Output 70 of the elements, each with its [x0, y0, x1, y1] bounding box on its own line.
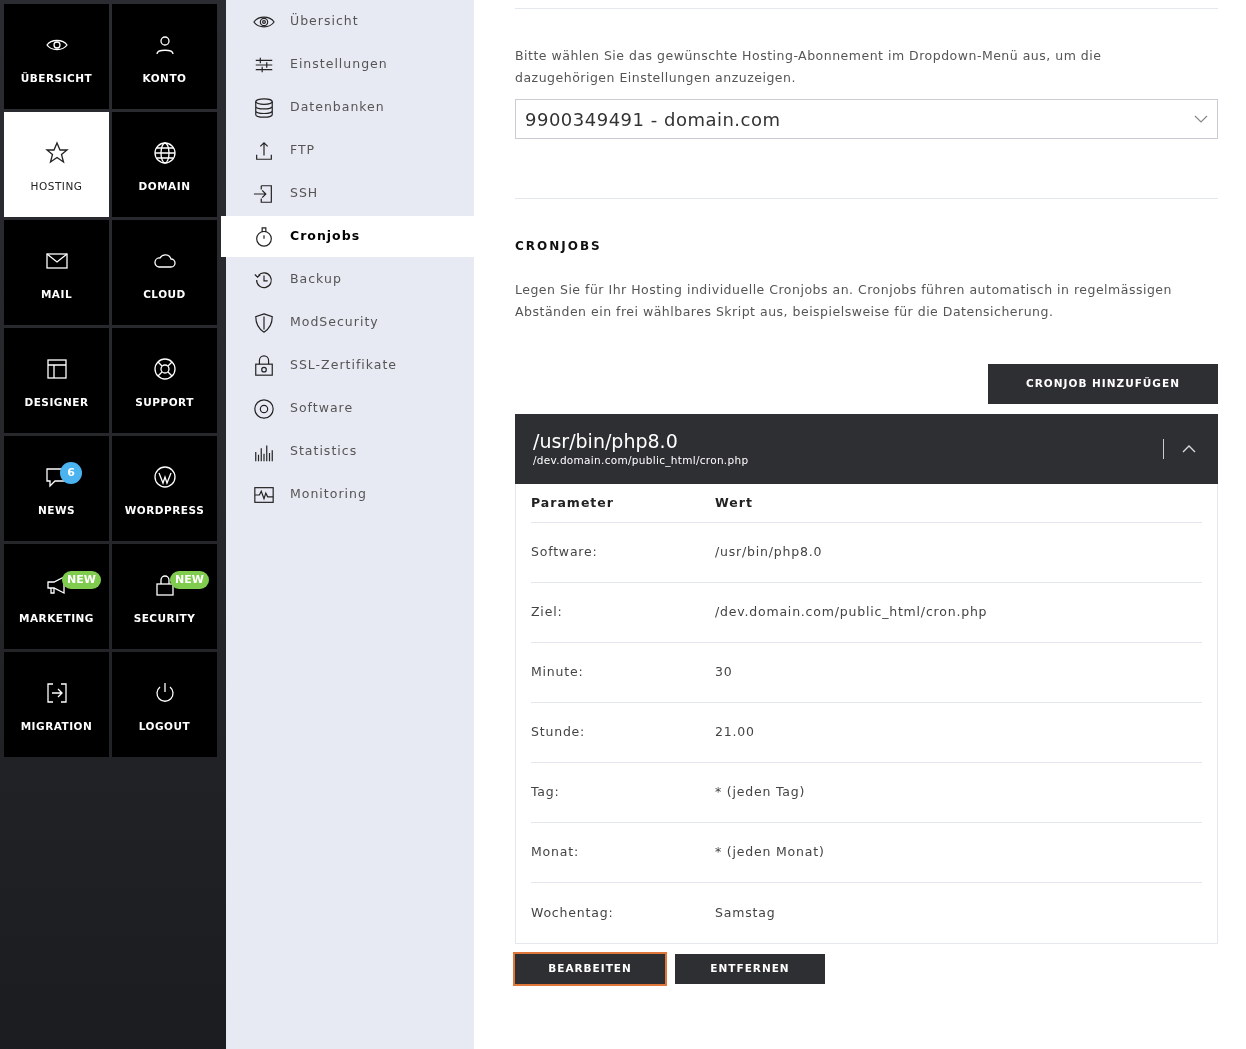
subscription-dropdown[interactable]: 9900349491 - domain.com: [515, 99, 1218, 139]
nav-tile[interactable]: KONTO: [112, 4, 217, 109]
submenu-item[interactable]: Monitoring: [226, 474, 474, 515]
parameter-value: * (jeden Tag): [715, 783, 806, 802]
column-header: Wert: [715, 493, 753, 512]
parameter-value: /dev.domain.com/public_html/cron.php: [715, 603, 988, 622]
submenu-item[interactable]: Statistics: [226, 431, 474, 472]
count-badge: 6: [60, 462, 82, 484]
submenu-item[interactable]: Übersicht: [226, 1, 474, 42]
nav-tile[interactable]: SUPPORT: [112, 328, 217, 433]
add-cronjob-button[interactable]: CRONJOB HINZUFÜGEN: [988, 364, 1218, 404]
nav-tile[interactable]: DESIGNER: [4, 328, 109, 433]
nav-tile[interactable]: MAIL: [4, 220, 109, 325]
migration-icon: [44, 680, 69, 705]
section-title: CRONJOBS: [515, 238, 603, 255]
new-badge: NEW: [170, 571, 209, 589]
disc-icon: [253, 397, 275, 420]
stopwatch-icon: [253, 225, 275, 248]
cronjob-path: /dev.domain.com/public_html/cron.php: [533, 453, 749, 469]
parameter-label: Monat:: [531, 843, 580, 862]
nav-tile[interactable]: ÜBERSICHT: [4, 4, 109, 109]
parameter-label: Stunde:: [531, 723, 587, 742]
new-badge: NEW: [62, 571, 101, 589]
cronjob-title: /usr/bin/php8.0: [533, 429, 679, 454]
nav-tile[interactable]: DOMAIN: [112, 112, 217, 217]
submenu-item[interactable]: SSH: [226, 173, 474, 214]
chevron-down-icon: [1194, 115, 1208, 123]
database-icon: [253, 96, 275, 119]
parameter-label: Minute:: [531, 663, 585, 682]
certificate-lock-icon: [253, 354, 275, 377]
parameter-label: Wochentag:: [531, 903, 615, 922]
nav-tile[interactable]: NEW MARKETING: [4, 544, 109, 649]
parameter-value: * (jeden Monat): [715, 843, 825, 862]
parameter-value: /usr/bin/php8.0: [715, 543, 823, 562]
remove-button[interactable]: ENTFERNEN: [675, 954, 825, 984]
login-icon: [253, 182, 275, 205]
edit-button[interactable]: BEARBEITEN: [515, 954, 665, 984]
submenu-item[interactable]: SSL-Zertifikate: [226, 345, 474, 386]
parameter-label: Ziel:: [531, 603, 564, 622]
cronjob-header[interactable]: /usr/bin/php8.0 /dev.domain.com/public_html/cron.php: [515, 414, 1218, 484]
parameter-label: Software:: [531, 543, 599, 562]
parameter-label: Tag:: [531, 783, 561, 802]
nav-tile[interactable]: NEW SECURITY: [112, 544, 217, 649]
wordpress-icon: [152, 464, 177, 489]
nav-tile[interactable]: LOGOUT: [112, 652, 217, 757]
submenu-item[interactable]: Einstellungen: [226, 44, 474, 85]
star-icon: [44, 140, 69, 165]
nav-tile[interactable]: 6 NEWS: [4, 436, 109, 541]
lifebuoy-icon: [152, 356, 177, 381]
chevron-up-icon[interactable]: [1182, 445, 1196, 453]
globe-icon: [152, 140, 177, 165]
nav-tile[interactable]: WORDPRESS: [112, 436, 217, 541]
parameter-value: 21.00: [715, 723, 755, 742]
submenu-item[interactable]: Datenbanken: [226, 87, 474, 128]
submenu-item[interactable]: Backup: [226, 259, 474, 300]
submenu-item[interactable]: Software: [226, 388, 474, 429]
nav-tile[interactable]: CLOUD: [112, 220, 217, 325]
submenu-item[interactable]: Cronjobs: [221, 216, 474, 257]
upload-icon: [253, 139, 275, 162]
parameter-value: 30: [715, 663, 733, 682]
shield-icon: [253, 311, 275, 334]
nav-tile[interactable]: MIGRATION: [4, 652, 109, 757]
section-description: Legen Sie für Ihr Hosting individuelle Cronjobs an. Cronjobs führen automatisch in regelmässigen Abständen ein frei wählbares Skript aus, beispielsweise für die Datensicherung.: [515, 281, 1173, 321]
submenu-item[interactable]: FTP: [226, 130, 474, 171]
intro-text: Bitte wählen Sie das gewünschte Hosting-Abonnement im Dropdown-Menü aus, um die dazugehörigen Einstellungen anzuzeigen.: [515, 47, 1103, 87]
layout-icon: [44, 356, 69, 381]
parameter-value: Samstag: [715, 903, 776, 922]
column-header: Parameter: [531, 493, 615, 512]
submenu-item[interactable]: ModSecurity: [226, 302, 474, 343]
nav-tile[interactable]: HOSTING: [4, 112, 109, 217]
